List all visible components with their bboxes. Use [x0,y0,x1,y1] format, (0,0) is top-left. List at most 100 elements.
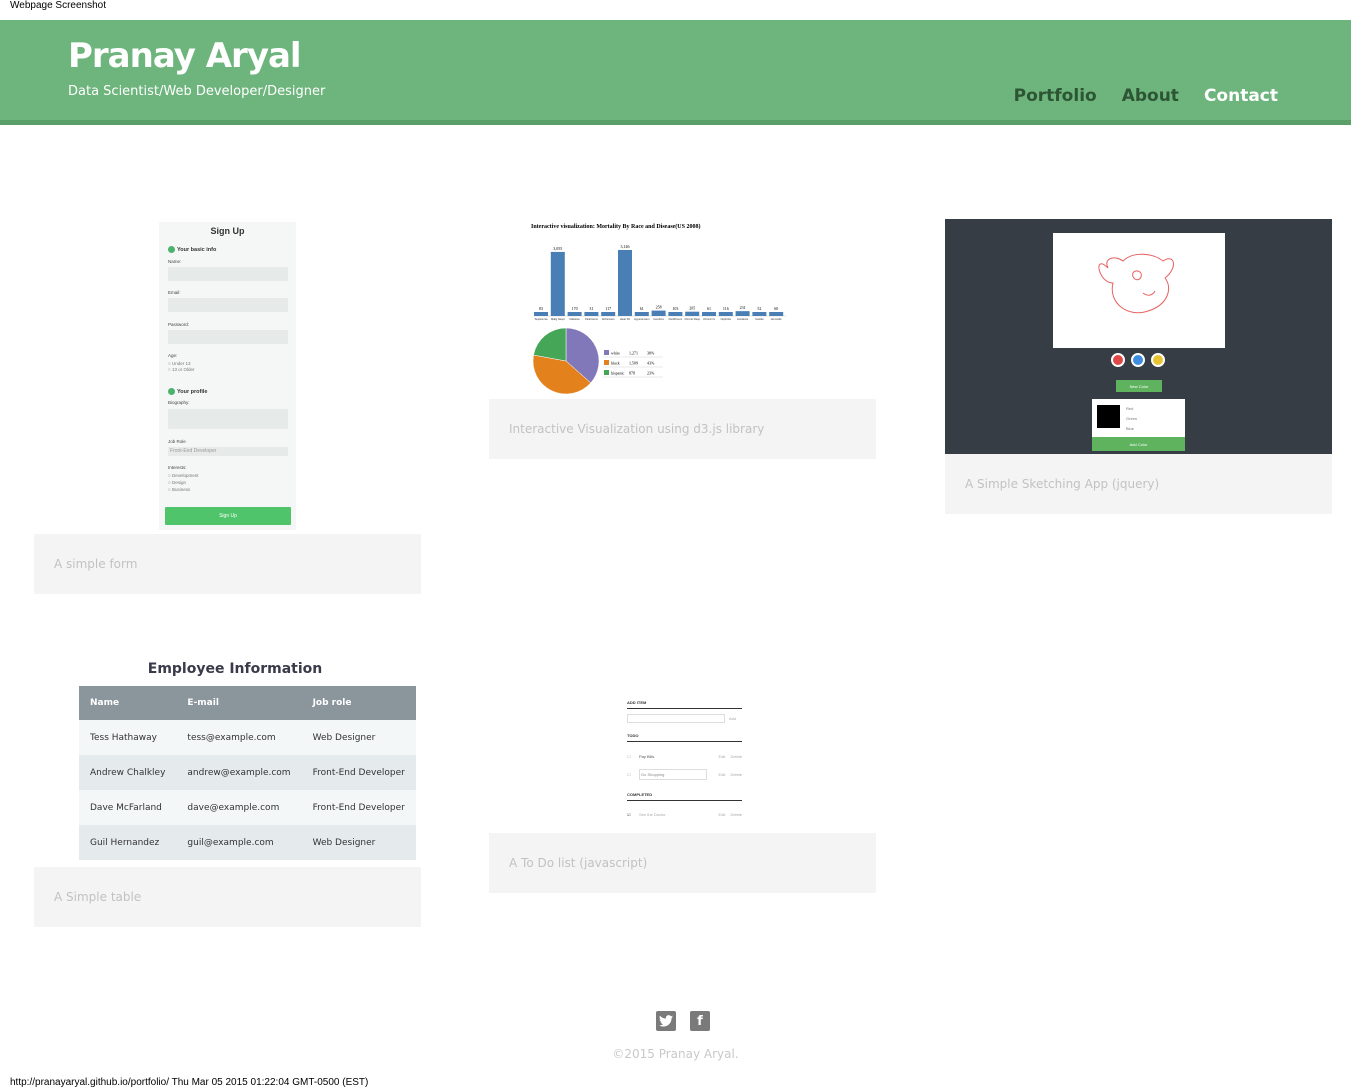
todo-add-button: Add [729,716,737,721]
viz-bar [668,312,683,316]
color-picker: Red Green Blue Add Color [1092,399,1185,451]
project-thumb-sketch[interactable]: New Color Red Green Blue Add Color [945,219,1332,454]
project-card-sketch[interactable]: New Color Red Green Blue Add Color A Sim… [945,219,1332,514]
site-tagline: Data Scientist/Web Developer/Designer [68,84,326,99]
form-age-opt1: ○ Under 13 [168,361,191,366]
form-input-name [168,267,288,281]
viz-bar [651,310,666,316]
project-thumb-table[interactable]: Employee Information Name E-mail Job rol… [34,661,436,867]
project-thumb-viz[interactable]: Interactive visualization: Mortality By … [489,219,876,399]
viz-category-label: Chronic Resp [684,317,700,321]
viz-category-label: Cerebrov [653,317,664,321]
viz-bar-value: 258 [656,305,662,310]
viz-bar-value: 205 [689,306,695,311]
project-card-table[interactable]: Employee Information Name E-mail Job rol… [34,661,436,927]
todo-add-input [627,714,725,723]
viz-legend-text: 1,509 [629,361,638,367]
viz-bar-value: 31 [589,306,593,311]
todo-thumb: ADD ITEM Add TODO ☐ Pay Bills Edit Delete … [627,700,742,819]
form-interest-3: ○ Business [168,487,191,492]
form-section-profile: Your profile [168,388,207,395]
table-cell: dave@example.com [176,790,302,825]
viz-bar-value: 60 [774,306,778,311]
viz-bar-value: 231 [740,305,746,310]
viz-bar-value: 61 [640,306,644,311]
viz-bar-value: 61 [707,306,711,311]
nav-contact[interactable]: Contact [1204,86,1278,106]
twitter-icon[interactable] [656,1011,676,1031]
todo-item-completed: ☑ See the Doctor Edit Delete [627,811,742,817]
viz-bar [735,311,750,316]
viz-bar-value: 83 [539,306,543,311]
viz-bar [702,312,716,316]
viz-bar-value: 103 [672,306,678,311]
table-header: E-mail [176,686,302,720]
viz-category-label: Hypertension [634,317,650,321]
viz-legend-swatch [604,350,609,355]
form-input-password [168,330,288,344]
picker-label-red: Red [1126,406,1134,411]
form-select-job: Front-End Developer [168,447,288,456]
viz-legend-text: 38% [647,351,655,356]
copyright: ©2015 Pranay Aryal. [612,1047,739,1061]
color-swatch-blue [1131,353,1145,367]
viz-bar [601,312,616,316]
viz-bar-value: 116 [723,306,729,311]
table-title: Employee Information [147,661,323,677]
project-card-todo[interactable]: ADD ITEM Add TODO ☐ Pay Bills Edit Delete … [489,693,876,893]
form-input-email [168,298,288,312]
project-caption-sketch[interactable]: A Simple Sketching App (jquery) [945,454,1332,514]
todo-add-heading: ADD ITEM [627,700,742,709]
viz-chart: 83 Septicemia 3,055 Malig Neopl 170 Diabetes 3… [532,244,786,395]
viz-bar [567,312,582,316]
project-caption-table[interactable]: A Simple table [34,867,421,927]
viz-bar [718,312,733,316]
viz-legend-text: black [611,361,620,366]
table-cell: Web Designer [301,825,416,860]
project-caption-form[interactable]: A simple form [34,534,421,594]
table-cell: guil@example.com [176,825,302,860]
project-thumb-form[interactable]: Sign Up Your basic info Name: Email: Pas… [34,219,421,534]
project-caption-todo[interactable]: A To Do list (javascript) [489,833,876,893]
screenshot-footer: http://pranayaryal.github.io/portfolio/ … [10,1077,369,1088]
color-swatch-yellow [1151,353,1165,367]
nav-portfolio[interactable]: Portfolio [1014,86,1097,106]
todo-item: ☐ Pay Bills Edit Delete [627,753,742,759]
sketch-drawing [1098,253,1174,314]
table-cell: Tess Hathaway [79,720,177,755]
todo-heading: TODO [627,733,742,742]
viz-category-label: Septicemia [535,317,548,321]
viz-legend-text: 878 [629,371,635,376]
viz-bar-value: 3,146 [621,244,630,250]
table-row: Guil Hernandez guil@example.com Web Desi… [79,825,416,860]
form-age-opt2: ○ 13 or Older [168,367,195,372]
project-caption-viz[interactable]: Interactive Visualization using d3.js li… [489,399,876,459]
viz-category-label: Flu&Pneum [669,317,683,321]
viz-category-label: Chronic liv [703,317,716,321]
form-interest-1: ○ Development [168,473,199,478]
main-nav: Portfolio About Contact [1014,86,1278,106]
table-cell: Andrew Chalkley [79,755,177,790]
viz-bar [634,312,649,316]
todo-completed-heading: COMPLETED [627,792,742,801]
table-cell: Web Designer [301,720,416,755]
color-preview [1097,405,1120,428]
form-label-name: Name: [168,259,182,264]
picker-label-blue: Blue [1126,426,1135,431]
site-brand[interactable]: Pranay Aryal [68,36,302,76]
facebook-icon[interactable]: f [690,1011,710,1031]
table-header: Job role [301,686,416,720]
viz-category-label: Homicide [771,317,782,321]
project-card-viz[interactable]: Interactive visualization: Mortality By … [489,219,876,459]
project-card-form[interactable]: Sign Up Your basic info Name: Email: Pas… [34,219,421,594]
viz-bar [534,312,548,316]
twitter-bird-icon [659,1015,673,1027]
table-cell: tess@example.com [176,720,302,755]
project-thumb-todo[interactable]: ADD ITEM Add TODO ☐ Pay Bills Edit Delete … [489,693,876,833]
form-label-job: Job Role [168,439,186,444]
table-row: Dave McFarland dave@example.com Front-En… [79,790,416,825]
viz-bar [769,312,784,316]
todo-add-row: Add [627,714,742,723]
employee-table: Name E-mail Job role Tess Hathaway tess@… [79,686,416,860]
nav-about[interactable]: About [1122,86,1179,106]
